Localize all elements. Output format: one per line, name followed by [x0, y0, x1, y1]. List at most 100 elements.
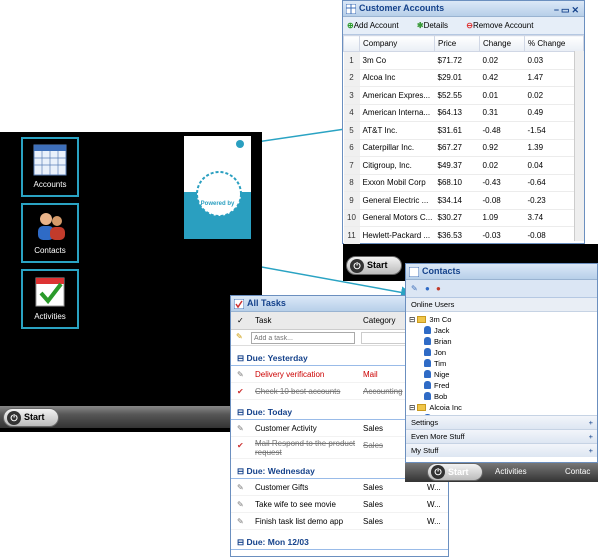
contact-section[interactable]: My Stuff + [406, 443, 597, 457]
powered-by-badge: Powered by [184, 136, 251, 239]
remove-icon: ⊖ [466, 21, 473, 30]
task-status-icon[interactable]: ✎ [237, 479, 244, 496]
cell-change: -0.43 [479, 174, 525, 192]
window-controls[interactable]: −▭✕ [554, 3, 581, 18]
cell-company: General Motors C... [359, 209, 435, 227]
folder-icon [417, 404, 427, 411]
task-group-header[interactable]: ⊟ Due: Mon 12/03 [231, 534, 448, 550]
person-icon [424, 337, 431, 345]
table-row[interactable]: 9 General Electric ... $34.14 -0.08 -0.23 [343, 191, 584, 210]
cell-company: American Interna... [359, 104, 435, 122]
task-row[interactable]: ✎ Take wife to see movie Sales W... [231, 496, 448, 513]
activities-desktop-icon[interactable]: Activities [21, 269, 79, 329]
contact-item[interactable]: Brian [406, 336, 597, 347]
cell-n: 9 [343, 191, 360, 210]
wrench-icon[interactable]: ✎ [411, 284, 418, 293]
cell-price: $29.01 [434, 69, 480, 87]
cell-n: 1 [343, 51, 360, 70]
contact-item[interactable]: Bob [406, 391, 597, 402]
cell-n: 4 [343, 104, 360, 122]
table-row[interactable]: 5 AT&T Inc. $31.61 -0.48 -1.54 [343, 121, 584, 140]
cell-n: 7 [343, 156, 360, 175]
task-status-icon[interactable]: ✎ [237, 420, 244, 437]
task-category: Sales [363, 517, 384, 526]
checkmark-icon [33, 276, 67, 308]
contact-group[interactable]: ⊟ 3m Co [406, 314, 597, 325]
remove-account-button[interactable]: ⊖Remove Account [466, 21, 541, 30]
contacts-toolbar: ✎ ● ● [406, 280, 597, 298]
task-status-icon[interactable]: ✎ [237, 366, 244, 383]
task-status-icon[interactable]: ✎ [237, 513, 244, 530]
task-category: Sales [363, 424, 384, 433]
expand-icon[interactable]: + [589, 416, 593, 429]
completed-check-icon[interactable]: ✔ [237, 437, 244, 454]
table-row[interactable]: 6 Caterpillar Inc. $67.27 0.92 1.39 [343, 139, 584, 157]
add-icon: ⊕ [347, 21, 354, 30]
contact-name: Tim [434, 359, 447, 368]
contacts-taskbar-item[interactable]: Contac [565, 467, 590, 476]
col-pct-change[interactable]: % Change [524, 35, 584, 52]
collapse-icon[interactable]: ⊟ [409, 403, 415, 412]
col-category[interactable]: Category [363, 312, 395, 329]
online-users-header: Online Users [406, 298, 597, 312]
contact-item[interactable]: Jon [406, 347, 597, 358]
contact-item[interactable]: Nige [406, 369, 597, 380]
contact-name: Nige [434, 370, 450, 379]
task-group-label: Due: Yesterday [246, 353, 308, 363]
remove-account-label: Remove Account [472, 21, 534, 30]
contacts-titlebar[interactable]: Contacts [406, 264, 597, 280]
col-change[interactable]: Change [479, 35, 525, 52]
table-row[interactable]: 10 General Motors C... $30.27 1.09 3.74 [343, 209, 584, 227]
contact-group[interactable]: ⊟ Alcoia Inc [406, 402, 597, 413]
cell-change: 0.31 [479, 104, 525, 122]
activities-icon-label: Activities [34, 312, 66, 321]
col-price[interactable]: Price [434, 35, 480, 52]
start-button-3[interactable]: ⏻ Start [427, 463, 483, 481]
add-task-input[interactable] [251, 332, 355, 344]
table-row[interactable]: 2 Alcoa Inc $29.01 0.42 1.47 [343, 69, 584, 87]
collapse-icon[interactable]: ⊟ [409, 315, 415, 324]
start-button[interactable]: ⏻ Start [3, 408, 59, 427]
task-row[interactable]: ✎ Finish task list demo app Sales W... [231, 513, 448, 530]
col-company[interactable]: Company [359, 35, 435, 52]
table-row[interactable]: 11 Hewlett-Packard ... $36.53 -0.03 -0.08 [343, 226, 584, 245]
add-user-icon[interactable]: ● [436, 284, 441, 293]
table-row[interactable]: 8 Exxon Mobil Corp $68.10 -0.43 -0.64 [343, 174, 584, 192]
contact-item[interactable]: Tim [406, 358, 597, 369]
person-icon [424, 392, 431, 400]
contact-section-label: My Stuff [411, 446, 439, 455]
contact-name: Brian [434, 337, 452, 346]
expand-icon[interactable]: + [589, 430, 593, 443]
task-category: Mail [363, 370, 378, 379]
contact-item[interactable]: Jack [406, 325, 597, 336]
activities-taskbar-item[interactable]: Activities [495, 467, 527, 476]
accounts-desktop-icon[interactable]: Accounts [21, 137, 79, 197]
power-icon: ⏻ [431, 465, 445, 479]
table-row[interactable]: 4 American Interna... $64.13 0.31 0.49 [343, 104, 584, 122]
table-row[interactable]: 3 American Expres... $52.55 0.01 0.02 [343, 86, 584, 105]
contact-section[interactable]: Even More Stuff + [406, 429, 597, 443]
accounts-titlebar[interactable]: Customer Accounts −▭✕ [343, 1, 584, 17]
tasks-title: All Tasks [247, 298, 286, 308]
cell-change: 0.02 [479, 51, 525, 70]
table-row[interactable]: 7 Citigroup, Inc. $49.37 0.02 0.04 [343, 156, 584, 175]
details-button[interactable]: ✱Details [417, 21, 456, 30]
add-account-button[interactable]: ⊕Add Account [347, 21, 407, 30]
task-status-icon[interactable]: ✎ [237, 496, 244, 513]
task-text: Delivery verification [255, 370, 325, 379]
contact-name: Jack [434, 326, 450, 335]
contacts-window-icon [408, 266, 420, 278]
contact-item[interactable]: Fred [406, 380, 597, 391]
person-icon [424, 348, 431, 356]
completed-check-icon[interactable]: ✔ [237, 383, 244, 400]
user-icon[interactable]: ● [425, 284, 430, 293]
contact-section[interactable]: Settings + [406, 415, 597, 429]
expand-icon[interactable]: + [589, 444, 593, 457]
start-button-2[interactable]: ⏻ Start [346, 256, 402, 275]
task-category: Sales [363, 500, 384, 509]
cell-price: $49.37 [434, 156, 480, 175]
col-task[interactable]: Task [255, 312, 271, 329]
table-row[interactable]: 1 3m Co $71.72 0.02 0.03 [343, 51, 584, 70]
contacts-desktop-icon[interactable]: Contacts [21, 203, 79, 263]
accounts-scrollbar[interactable] [574, 51, 584, 241]
